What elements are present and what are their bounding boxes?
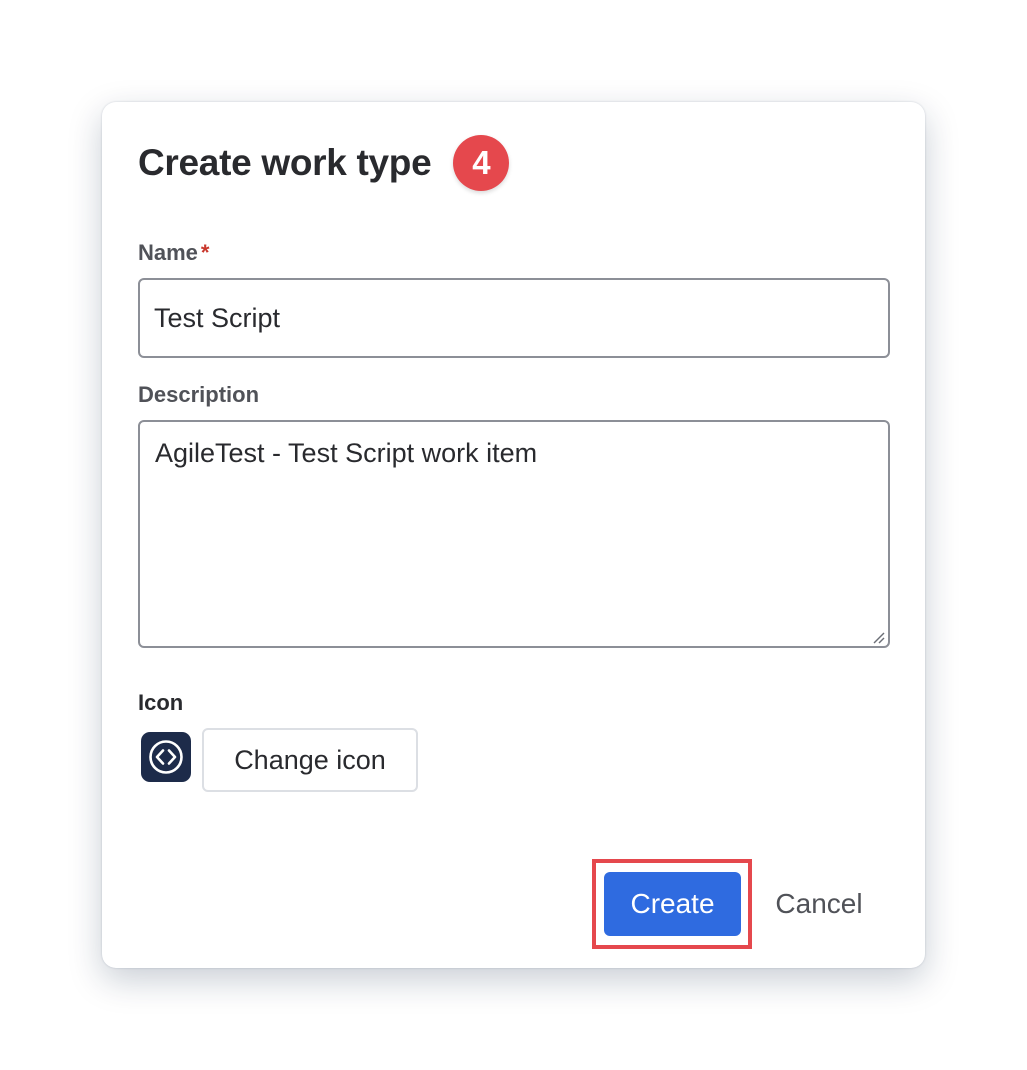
cancel-button[interactable]: Cancel <box>752 872 886 936</box>
code-brackets-icon <box>141 732 191 782</box>
create-work-type-dialog: Create work type 4 Name* Description Agi… <box>102 102 925 968</box>
icon-label: Icon <box>138 690 184 715</box>
required-marker: * <box>200 240 210 265</box>
name-label: Name * <box>138 240 209 266</box>
step-badge: 4 <box>453 135 510 191</box>
name-label-text: Name <box>138 240 198 265</box>
dialog-title: Create work type <box>138 142 432 183</box>
description-label: Description <box>138 382 260 407</box>
resize-grip-icon[interactable] <box>871 630 885 644</box>
change-icon-button[interactable]: Change icon <box>202 728 418 792</box>
dialog-header: Create work type 4 <box>138 135 510 191</box>
name-input[interactable] <box>138 278 890 358</box>
create-button[interactable]: Create <box>604 872 741 936</box>
description-textarea[interactable]: AgileTest - Test Script work item <box>138 420 890 648</box>
